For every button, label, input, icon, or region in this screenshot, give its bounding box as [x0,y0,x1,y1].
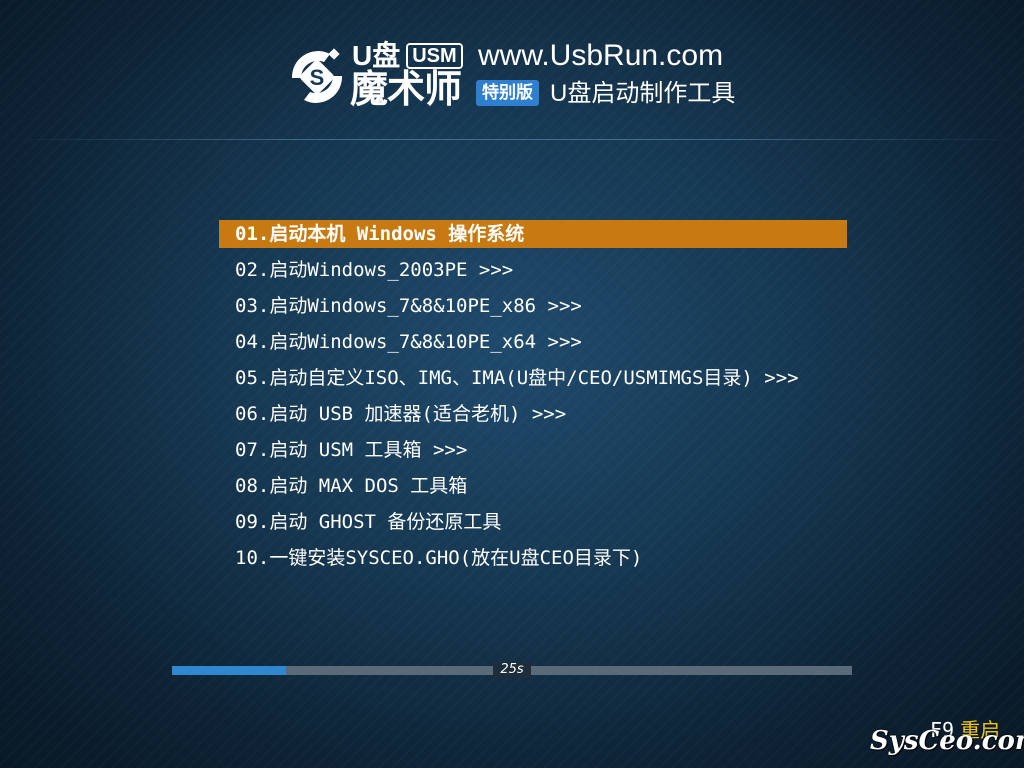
menu-item-08[interactable]: 08.启动 MAX DOS 工具箱 [219,472,847,508]
header-divider [0,139,1024,140]
menu-item-02[interactable]: 02.启动Windows_2003PE >>> [219,256,847,292]
logo-u-text: U盘 [352,40,401,71]
usm-logo-icon: S [291,48,343,103]
menu-item-05[interactable]: 05.启动自定义ISO、IMG、IMA(U盘中/CEO/USMIMGS目录) >… [219,364,847,400]
svg-text:S: S [310,65,325,90]
menu-item-03[interactable]: 03.启动Windows_7&8&10PE_x86 >>> [219,292,847,328]
menu-item-06[interactable]: 06.启动 USB 加速器(适合老机) >>> [219,400,847,436]
menu-item-07[interactable]: 07.启动 USM 工具箱 >>> [219,436,847,472]
logo-usm-text: USM [406,43,463,69]
menu-item-09[interactable]: 09.启动 GHOST 备份还原工具 [219,508,847,544]
countdown-timer: 25s [493,662,531,678]
countdown-progress-fill [172,666,287,675]
edition-badge: 特别版 [476,80,539,106]
boot-menu: 01.启动本机 Windows 操作系统 02.启动Windows_2003PE… [219,220,847,580]
site-url: www.UsbRun.com [478,39,724,72]
header: S U盘 USM 魔术师 www.UsbRun.com 特别版 U盘启动制作工具 [0,0,1024,140]
menu-item-01[interactable]: 01.启动本机 Windows 操作系统 [219,220,847,248]
menu-item-04[interactable]: 04.启动Windows_7&8&10PE_x64 >>> [219,328,847,364]
menu-item-10[interactable]: 10.一键安装SYSCEO.GHO(放在U盘CEO目录下) [219,544,847,580]
logo-name: 魔术师 [350,69,462,111]
watermark: SysCeo.com [870,726,1024,756]
subtitle: U盘启动制作工具 [550,80,736,107]
logo-text-top: U盘 USM [352,40,463,72]
